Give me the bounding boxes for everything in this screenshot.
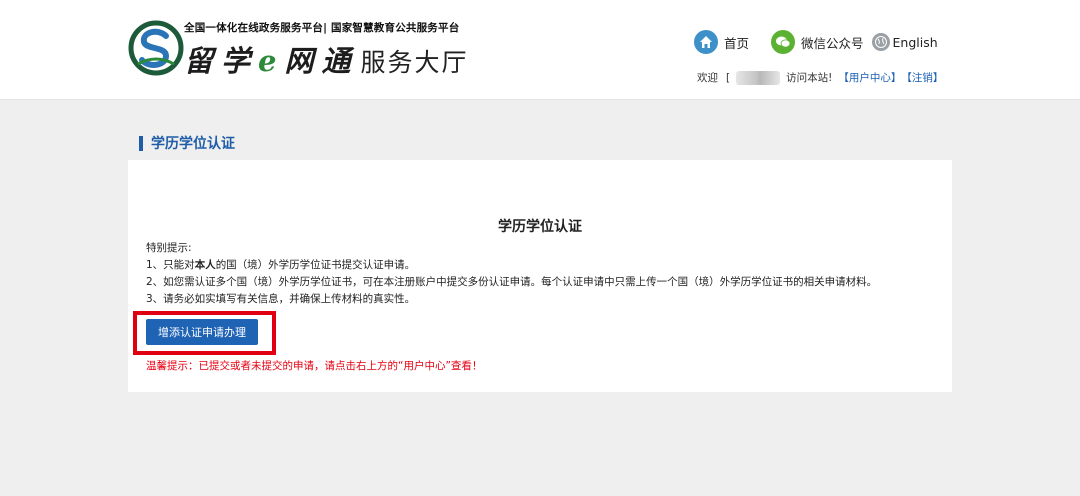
username-blurred — [736, 70, 781, 85]
notice-item-3: 3、请务必如实填写有关信息，并确保上传材料的真实性。 — [146, 293, 416, 305]
warm-tip: 温馨提示：已提交或者未提交的申请，请点击右上方的“用户中心”查看！ — [146, 360, 483, 372]
nav-english[interactable]: English — [871, 33, 938, 51]
logo-emblem-icon — [128, 20, 184, 76]
logout-link[interactable]: 【注销】 — [901, 70, 943, 85]
notice-item-2: 2、如您需认证多个国（境）外学历学位证书，可在本注册账户中提交多份认证申请。每个… — [146, 276, 878, 288]
section-marker — [139, 135, 143, 151]
nav-home-label: 首页 — [724, 35, 750, 51]
wechat-icon — [771, 30, 796, 54]
site-header: 全国一体化在线政务服务平台| 国家智慧教育公共服务平台 留学e网通 服务大厅 首… — [0, 0, 1080, 100]
nav-home[interactable]: 首页 — [694, 30, 749, 54]
add-application-button[interactable]: 增添认证申请办理 — [146, 319, 258, 345]
globe-icon — [871, 33, 890, 51]
card-title: 学历学位认证 — [498, 219, 582, 235]
logo-title: 留学e网通 服务大厅 — [184, 38, 469, 80]
notice-item-1: 1、只能对本人的国（境）外学历学位证书提交认证申请。 — [146, 259, 416, 271]
section-heading: 学历学位认证 — [139, 133, 235, 153]
logo-brand: 留学e网通 — [184, 44, 359, 78]
notice-heading: 特别提示: — [146, 242, 192, 254]
top-nav: 首页 微信公众号 English — [694, 30, 938, 54]
notice-block: 特别提示: 1、只能对本人的国（境）外学历学位证书提交认证申请。 2、如您需认证… — [146, 240, 877, 308]
nav-english-label: English — [892, 34, 938, 50]
welcome-bar: 欢迎 [ 访问本站! 【用户中心】 【注销】 — [697, 70, 943, 85]
section-title: 学历学位认证 — [151, 136, 235, 152]
welcome-bracket: [ — [726, 71, 731, 84]
user-center-link[interactable]: 【用户中心】 — [838, 70, 901, 85]
home-icon — [694, 30, 718, 54]
welcome-prefix: 欢迎 — [697, 72, 718, 84]
logo-hall: 服务大厅 — [360, 48, 469, 77]
nav-wechat-label: 微信公众号 — [801, 35, 864, 51]
content-card: 学历学位认证 特别提示: 1、只能对本人的国（境）外学历学位证书提交认证申请。 … — [128, 160, 952, 392]
site-logo[interactable]: 全国一体化在线政务服务平台| 国家智慧教育公共服务平台 留学e网通 服务大厅 — [128, 16, 488, 82]
welcome-suffix: 访问本站! — [786, 72, 833, 84]
logo-subtitle: 全国一体化在线政务服务平台| 国家智慧教育公共服务平台 — [184, 22, 460, 34]
nav-wechat[interactable]: 微信公众号 — [771, 30, 864, 54]
